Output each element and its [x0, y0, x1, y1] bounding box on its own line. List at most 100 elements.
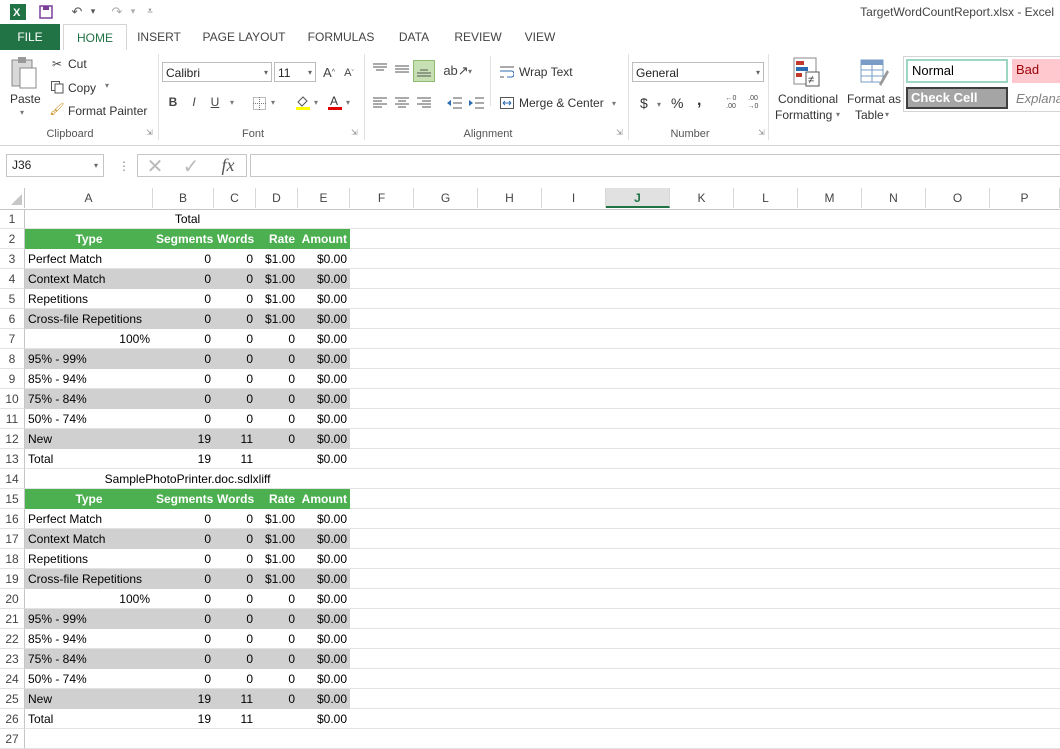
table-cell[interactable]: 0: [256, 389, 298, 409]
table-cell[interactable]: $0.00: [298, 569, 350, 589]
table-cell[interactable]: $1.00: [256, 509, 298, 529]
table-cell[interactable]: 0: [256, 629, 298, 649]
table-cell[interactable]: $0.00: [298, 709, 350, 729]
table-cell[interactable]: $0.00: [298, 329, 350, 349]
table-cell[interactable]: 0: [256, 649, 298, 669]
column-header-b[interactable]: B: [153, 188, 214, 208]
style-check-cell[interactable]: Check Cell: [906, 87, 1008, 109]
table-cell[interactable]: $0.00: [298, 669, 350, 689]
table-cell[interactable]: 100%: [25, 589, 153, 609]
column-header-g[interactable]: G: [414, 188, 478, 208]
table-cell[interactable]: 0: [153, 349, 214, 369]
row-header-24[interactable]: 24: [0, 669, 25, 689]
table-cell[interactable]: 0: [256, 429, 298, 449]
table-cell[interactable]: 11: [214, 429, 256, 449]
table-cell[interactable]: 19: [153, 709, 214, 729]
table-cell[interactable]: 0: [256, 369, 298, 389]
row-header-19[interactable]: 19: [0, 569, 25, 589]
borders-dropdown-icon[interactable]: ▾: [271, 98, 275, 107]
name-box[interactable]: J36 ▾: [6, 154, 104, 177]
undo-dropdown-icon[interactable]: ▾: [88, 3, 98, 20]
table-cell[interactable]: 0: [214, 249, 256, 269]
table-cell[interactable]: 85% - 94%: [25, 369, 153, 389]
number-launcher-icon[interactable]: ⇲: [758, 128, 765, 137]
column-header-c[interactable]: C: [214, 188, 256, 208]
orientation-dropdown-icon[interactable]: ▾: [468, 67, 472, 76]
table-cell[interactable]: 0: [153, 569, 214, 589]
table-cell[interactable]: $0.00: [298, 549, 350, 569]
row-header-6[interactable]: 6: [0, 309, 25, 329]
table-cell[interactable]: 0: [153, 409, 214, 429]
column-header-a[interactable]: A: [25, 188, 153, 208]
row-header-13[interactable]: 13: [0, 449, 25, 469]
table-cell[interactable]: 0: [153, 389, 214, 409]
increase-decimal-icon[interactable]: ←0.00: [722, 94, 740, 112]
table-cell[interactable]: 0: [256, 409, 298, 429]
fill-color-icon[interactable]: [294, 93, 312, 111]
column-header-n[interactable]: N: [862, 188, 926, 208]
table-cell[interactable]: $0.00: [298, 269, 350, 289]
table-cell[interactable]: Repetitions: [25, 549, 153, 569]
header-cell[interactable]: Words: [214, 489, 256, 509]
table-cell[interactable]: Perfect Match: [25, 249, 153, 269]
table-cell[interactable]: New: [25, 689, 153, 709]
table-cell[interactable]: 0: [214, 549, 256, 569]
table-cell[interactable]: 0: [256, 349, 298, 369]
align-top-icon[interactable]: [371, 60, 389, 78]
table-cell[interactable]: $0.00: [298, 529, 350, 549]
table-cell[interactable]: 0: [256, 329, 298, 349]
table-cell[interactable]: 0: [214, 309, 256, 329]
table-cell[interactable]: 0: [214, 569, 256, 589]
column-header-h[interactable]: H: [478, 188, 542, 208]
table-cell[interactable]: $1.00: [256, 249, 298, 269]
table-cell[interactable]: 0: [256, 609, 298, 629]
row-header-2[interactable]: 2: [0, 229, 25, 249]
table-cell[interactable]: $0.00: [298, 689, 350, 709]
paste-icon[interactable]: [8, 56, 42, 92]
table-cell[interactable]: 0: [153, 329, 214, 349]
table-cell[interactable]: $0.00: [298, 409, 350, 429]
table-cell[interactable]: $0.00: [298, 429, 350, 449]
style-bad[interactable]: Bad: [1012, 59, 1060, 83]
currency-button[interactable]: $: [640, 95, 648, 111]
table-cell[interactable]: Repetitions: [25, 289, 153, 309]
align-bottom-icon[interactable]: [413, 60, 435, 82]
column-header-o[interactable]: O: [926, 188, 990, 208]
currency-dropdown-icon[interactable]: ▾: [657, 100, 661, 109]
table-cell[interactable]: $0.00: [298, 349, 350, 369]
style-normal[interactable]: Normal: [906, 59, 1008, 83]
column-header-l[interactable]: L: [734, 188, 798, 208]
table-cell[interactable]: $1.00: [256, 569, 298, 589]
format-painter-button[interactable]: Format Painter: [68, 104, 147, 118]
row-header-10[interactable]: 10: [0, 389, 25, 409]
table-cell[interactable]: $1.00: [256, 309, 298, 329]
row-header-5[interactable]: 5: [0, 289, 25, 309]
format-as-table-icon[interactable]: [859, 56, 889, 88]
wrap-text-button[interactable]: Wrap Text: [519, 65, 573, 79]
table-cell[interactable]: 0: [153, 249, 214, 269]
table-cell[interactable]: 0: [256, 689, 298, 709]
section-title[interactable]: SamplePhotoPrinter.doc.sdlxliff: [25, 469, 350, 489]
table-cell[interactable]: 19: [153, 449, 214, 469]
column-header-f[interactable]: F: [350, 188, 414, 208]
font-color-dropdown-icon[interactable]: ▾: [346, 98, 350, 107]
wrap-text-icon[interactable]: [499, 64, 515, 80]
table-cell[interactable]: 0: [214, 389, 256, 409]
tab-file[interactable]: FILE: [0, 24, 60, 50]
table-cell[interactable]: 0: [153, 609, 214, 629]
row-header-16[interactable]: 16: [0, 509, 25, 529]
orientation-icon[interactable]: ab↗: [443, 62, 468, 80]
table-cell[interactable]: $1.00: [256, 289, 298, 309]
paste-dropdown-icon[interactable]: ▾: [20, 108, 24, 117]
column-header-e[interactable]: E: [298, 188, 350, 208]
table-cell[interactable]: 0: [256, 589, 298, 609]
table-cell[interactable]: $0.00: [298, 629, 350, 649]
table-cell[interactable]: 0: [153, 589, 214, 609]
merge-center-button[interactable]: Merge & Center: [519, 96, 604, 110]
fill-color-dropdown-icon[interactable]: ▾: [314, 98, 318, 107]
tab-formulas[interactable]: FORMULAS: [302, 24, 380, 50]
table-cell[interactable]: Cross-file Repetitions: [25, 569, 153, 589]
table-cell[interactable]: 0: [153, 529, 214, 549]
table-cell[interactable]: 85% - 94%: [25, 629, 153, 649]
header-cell[interactable]: Segments: [153, 489, 214, 509]
